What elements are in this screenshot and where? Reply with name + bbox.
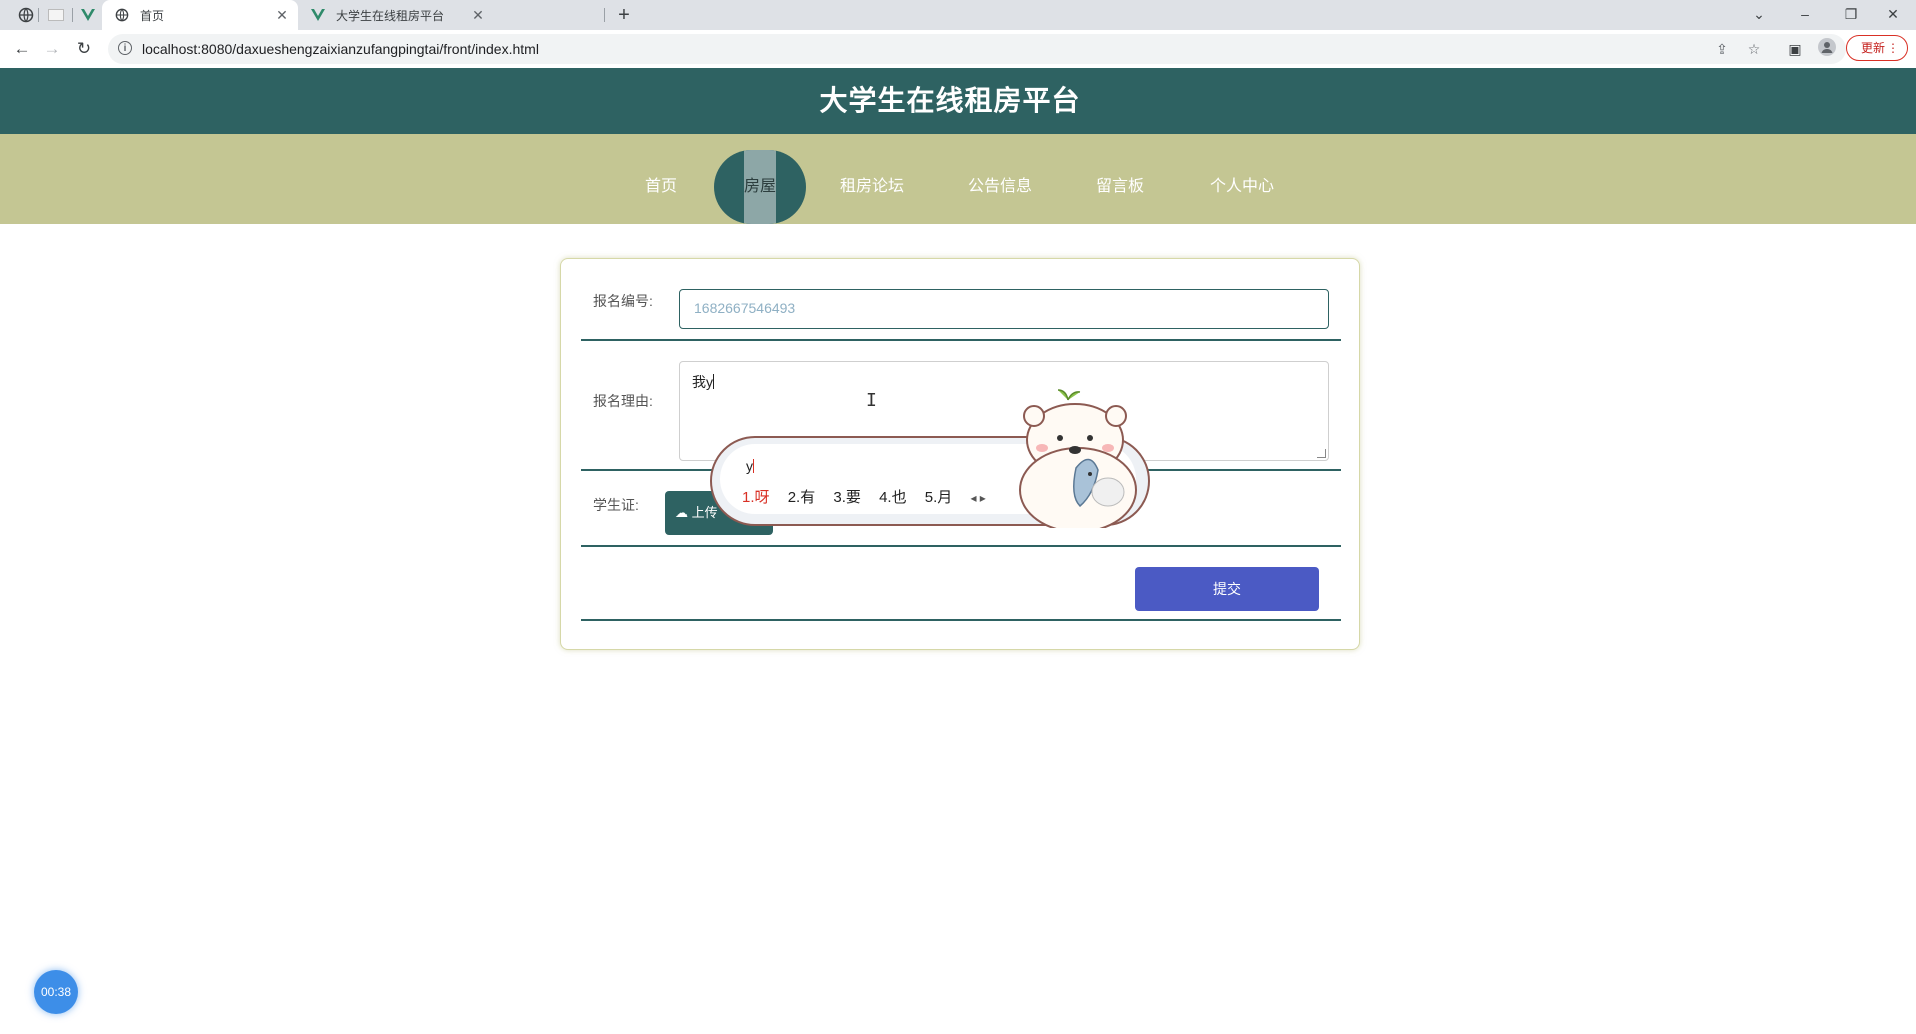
cloud-upload-icon: ☁ [675, 505, 688, 520]
reload-icon[interactable]: ↻ [72, 37, 96, 61]
ime-candidate-3[interactable]: 3.要 [833, 489, 861, 506]
forward-arrow-icon[interactable]: → [40, 37, 64, 61]
divider [581, 619, 1341, 621]
divider [581, 545, 1341, 547]
recording-timer[interactable]: 00:38 [34, 970, 78, 1014]
new-tab-plus-icon[interactable]: + [612, 3, 636, 27]
ime-candidates: 1.呀 2.有 3.要 4.也 5.月 ◂ ▸ [742, 486, 1000, 507]
profile-avatar-icon[interactable] [1816, 38, 1838, 60]
nav-item-message-board[interactable]: 留言板 [1090, 134, 1150, 224]
tab-title: 大学生在线租房平台 [336, 8, 445, 23]
more-vertical-icon: ⋮ [1887, 41, 1899, 55]
nav-item-personal-center[interactable]: 个人中心 [1202, 134, 1282, 224]
nav-item-announcements[interactable]: 公告信息 [960, 134, 1040, 224]
tab-separator [72, 8, 73, 22]
divider [581, 339, 1341, 341]
star-bookmark-icon[interactable]: ☆ [1744, 39, 1764, 59]
ime-candidate-5[interactable]: 5.月 [925, 489, 953, 506]
vue-icon[interactable] [78, 5, 98, 25]
signup-reason-label: 报名理由: [593, 393, 653, 409]
text-cursor-ibeam-icon: I [866, 390, 877, 411]
info-icon[interactable]: i [118, 41, 132, 55]
ime-candidate-window: y 1.呀 2.有 3.要 4.也 5.月 ◂ ▸ [710, 389, 1150, 528]
text-caret [713, 374, 714, 389]
tab-separator [604, 8, 605, 22]
side-panel-icon[interactable]: ▣ [1784, 38, 1806, 60]
restore-icon[interactable]: ❐ [1828, 0, 1874, 30]
close-icon[interactable]: ✕ [470, 7, 486, 24]
tab-rental-platform[interactable]: 大学生在线租房平台 ✕ [298, 0, 494, 30]
ime-candidate-2[interactable]: 2.有 [788, 489, 816, 506]
url-text[interactable]: localhost:8080/daxueshengzaixianzufangpi… [142, 34, 539, 64]
ime-composition-text: y [746, 458, 753, 474]
globe-icon[interactable] [16, 5, 36, 25]
tab-separator [38, 8, 39, 22]
bear-mascot-icon [1019, 389, 1137, 528]
tab-home[interactable]: 首页 ✕ [102, 0, 298, 30]
tab-search-chevron-icon[interactable]: ⌄ [1736, 0, 1782, 30]
nav-item-houses[interactable]: 房屋 [714, 150, 806, 224]
submit-button[interactable]: 提交 [1135, 567, 1319, 611]
address-bar[interactable]: i localhost:8080/daxueshengzaixianzufang… [108, 34, 1846, 64]
ime-candidate-1[interactable]: 1.呀 [742, 489, 770, 506]
signup-id-input[interactable]: 1682667546493 [679, 289, 1329, 329]
close-icon[interactable]: ✕ [274, 7, 290, 24]
nav-item-label: 房屋 [743, 178, 776, 195]
vue-icon [310, 7, 326, 23]
site-header: 大学生在线租房平台 [0, 68, 1916, 134]
browser-tabstrip: 首页 ✕ 大学生在线租房平台 ✕ + ⌄ – ❐ ✕ [0, 0, 1916, 30]
ime-caret [753, 459, 754, 473]
tab-title: 首页 [140, 8, 165, 23]
main-nav: 首页 房屋 租房论坛 公告信息 留言板 个人中心 [0, 134, 1916, 224]
ime-candidate-4[interactable]: 4.也 [879, 489, 907, 506]
page-arrows-icon[interactable]: ◂ ▸ [970, 491, 985, 505]
ime-composition: y [746, 458, 754, 474]
site-title: 大学生在线租房平台 [819, 85, 1081, 116]
minimize-icon[interactable]: – [1782, 0, 1828, 30]
update-button[interactable]: 更新 ⋮ [1846, 35, 1908, 61]
signup-id-label: 报名编号: [593, 293, 653, 309]
nav-item-forum[interactable]: 租房论坛 [832, 134, 912, 224]
student-card-label: 学生证: [593, 497, 639, 513]
globe-icon [114, 7, 130, 23]
resize-handle-icon[interactable] [1317, 449, 1326, 458]
blank-page-icon[interactable] [46, 5, 66, 25]
nav-item-home[interactable]: 首页 [630, 134, 692, 224]
share-icon[interactable]: ⇪ [1712, 39, 1732, 59]
back-arrow-icon[interactable]: ← [10, 37, 34, 61]
update-label: 更新 [1861, 41, 1886, 55]
close-window-icon[interactable]: ✕ [1870, 0, 1916, 30]
browser-toolbar: ← → ↻ i localhost:8080/daxueshengzaixian… [0, 30, 1916, 69]
reason-text: 我y [692, 374, 713, 390]
